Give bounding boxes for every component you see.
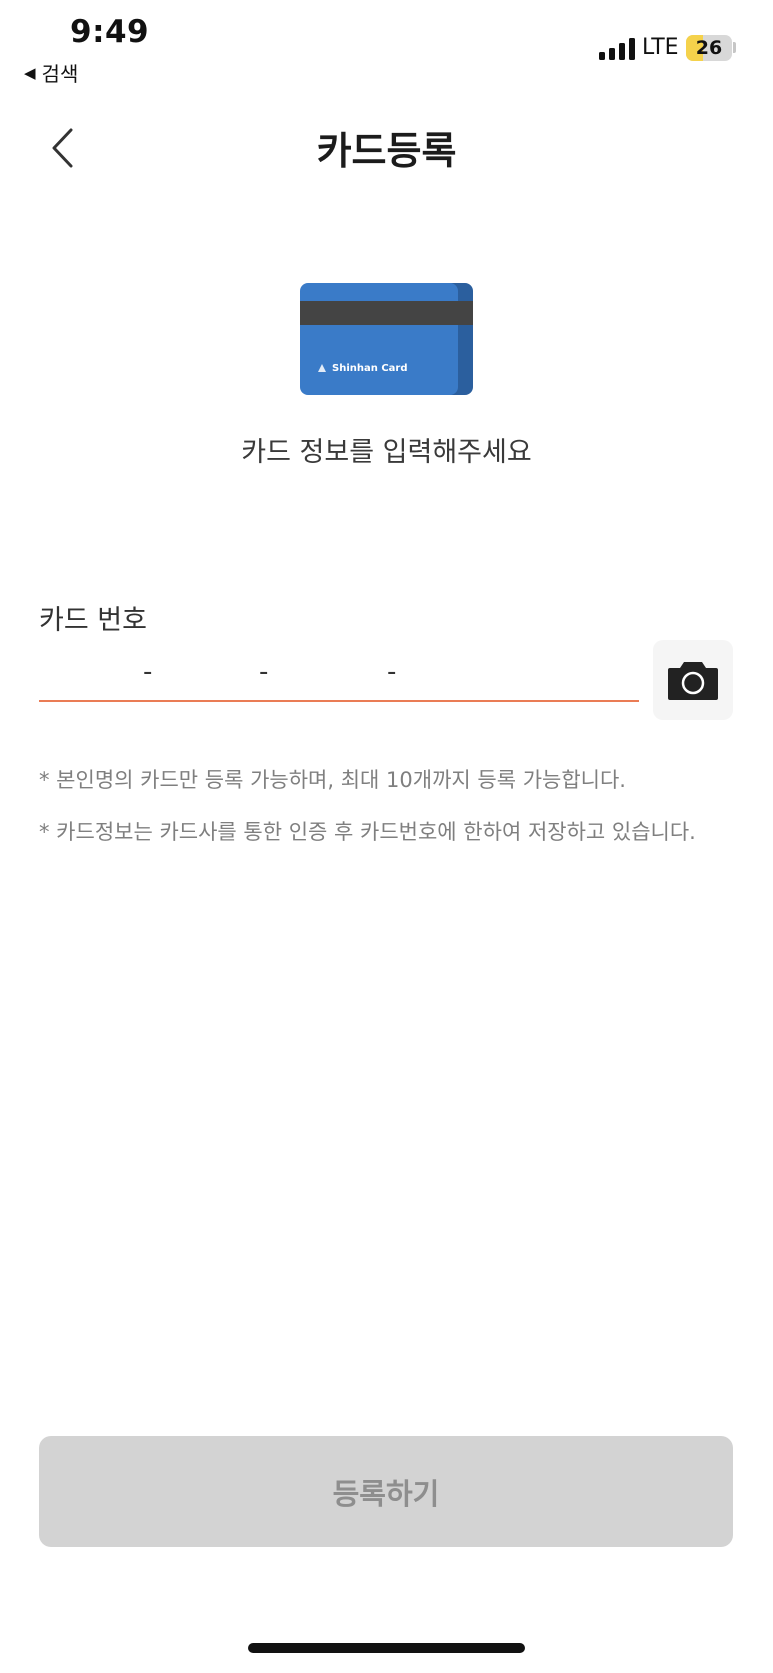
cellular-signal-icon — [599, 38, 635, 60]
camera-icon — [668, 662, 718, 700]
battery-level: 26 — [695, 37, 723, 59]
note-line-1: * 본인명의 카드만 등록 가능하며, 최대 10개까지 등록 가능합니다. — [39, 768, 626, 792]
back-to-search-link[interactable]: ◀ 검색 — [24, 58, 78, 87]
card-number-label: 카드 번호 — [39, 605, 147, 636]
card-brand-text: Shinhan Card — [332, 362, 408, 374]
status-time: 9:49 — [70, 14, 150, 50]
credit-card-illustration — [300, 283, 473, 395]
card-number-input[interactable]: - - - — [39, 655, 639, 702]
page-title: 카드등록 — [316, 129, 457, 173]
home-indicator[interactable] — [248, 1643, 525, 1653]
card-number-separator-2: - — [259, 657, 269, 687]
intro-text: 카드 정보를 입력해주세요 — [241, 437, 532, 468]
card-number-separator-3: - — [387, 657, 397, 687]
battery-icon: 26 — [686, 35, 732, 61]
note-line-2: * 카드정보는 카드사를 통한 인증 후 카드번호에 한하여 저장하고 있습니다… — [39, 820, 696, 844]
battery-cap — [733, 42, 736, 53]
card-number-separator-1: - — [143, 657, 153, 687]
back-to-search-label: 검색 — [41, 62, 79, 86]
card-scan-button[interactable] — [653, 640, 733, 720]
card-brand-logo-icon — [318, 364, 326, 372]
register-button[interactable]: 등록하기 — [39, 1436, 733, 1547]
back-triangle-icon: ◀ — [24, 63, 36, 82]
network-type: LTE — [642, 35, 679, 60]
card-brand: Shinhan Card — [316, 362, 408, 374]
